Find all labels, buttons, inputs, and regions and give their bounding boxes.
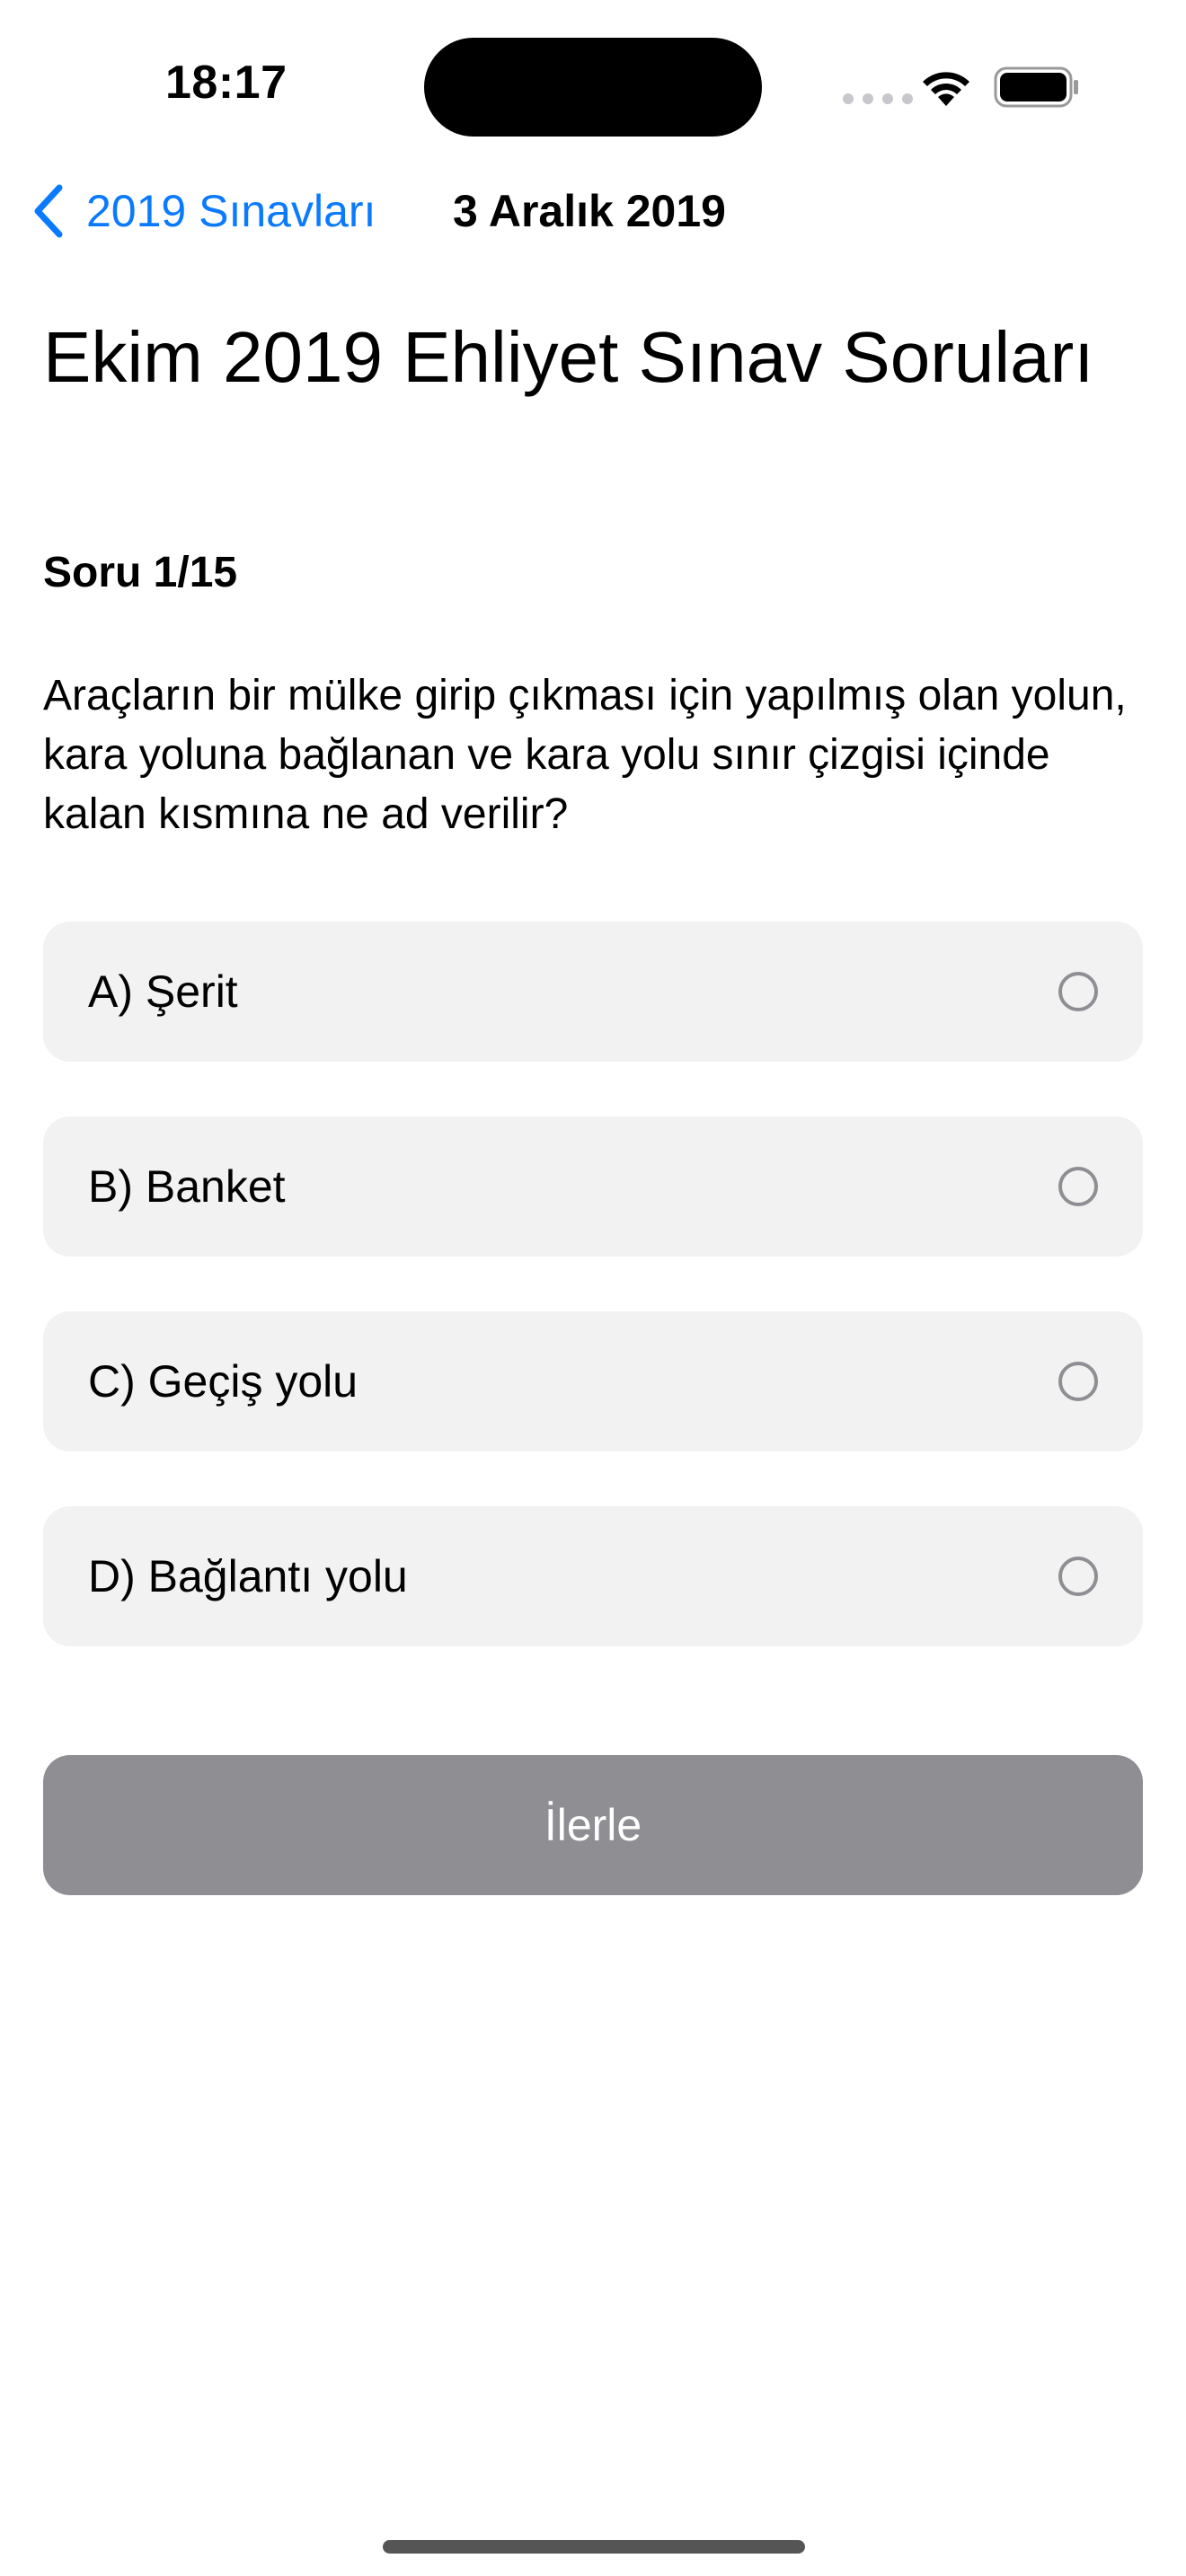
back-button[interactable]: 2019 Sınavları bbox=[31, 180, 376, 243]
option-d[interactable]: D) Bağlantı yolu bbox=[43, 1506, 1143, 1646]
option-label: B) Banket bbox=[88, 1161, 286, 1212]
back-button-label: 2019 Sınavları bbox=[86, 186, 376, 236]
cellular-signal-icon bbox=[843, 93, 913, 104]
battery-icon bbox=[994, 66, 1078, 108]
wifi-icon bbox=[923, 72, 969, 106]
answer-options: A) Şerit B) Banket C) Geçiş yolu D) Bağl… bbox=[43, 922, 1143, 1701]
option-label: D) Bağlantı yolu bbox=[88, 1551, 408, 1601]
option-b[interactable]: B) Banket bbox=[43, 1116, 1143, 1257]
option-label: A) Şerit bbox=[88, 966, 238, 1017]
radio-unselected-icon[interactable] bbox=[1058, 1167, 1098, 1206]
radio-unselected-icon[interactable] bbox=[1058, 972, 1098, 1011]
option-label: C) Geçiş yolu bbox=[88, 1356, 358, 1407]
radio-unselected-icon[interactable] bbox=[1058, 1362, 1098, 1401]
option-c[interactable]: C) Geçiş yolu bbox=[43, 1311, 1143, 1451]
question-counter: Soru 1/15 bbox=[43, 549, 238, 596]
page-title: Ekim 2019 Ehliyet Sınav Soruları bbox=[43, 317, 1094, 397]
next-button[interactable]: İlerle bbox=[43, 1755, 1143, 1895]
option-a[interactable]: A) Şerit bbox=[43, 922, 1143, 1062]
question-text: Araçların bir mülke girip çıkması için y… bbox=[43, 672, 1127, 838]
home-indicator[interactable] bbox=[383, 2540, 805, 2554]
dynamic-island bbox=[424, 38, 762, 137]
chevron-left-icon bbox=[34, 184, 63, 238]
status-time: 18:17 bbox=[165, 57, 288, 109]
radio-unselected-icon[interactable] bbox=[1058, 1557, 1098, 1596]
nav-title: 3 Aralık 2019 bbox=[453, 186, 726, 236]
